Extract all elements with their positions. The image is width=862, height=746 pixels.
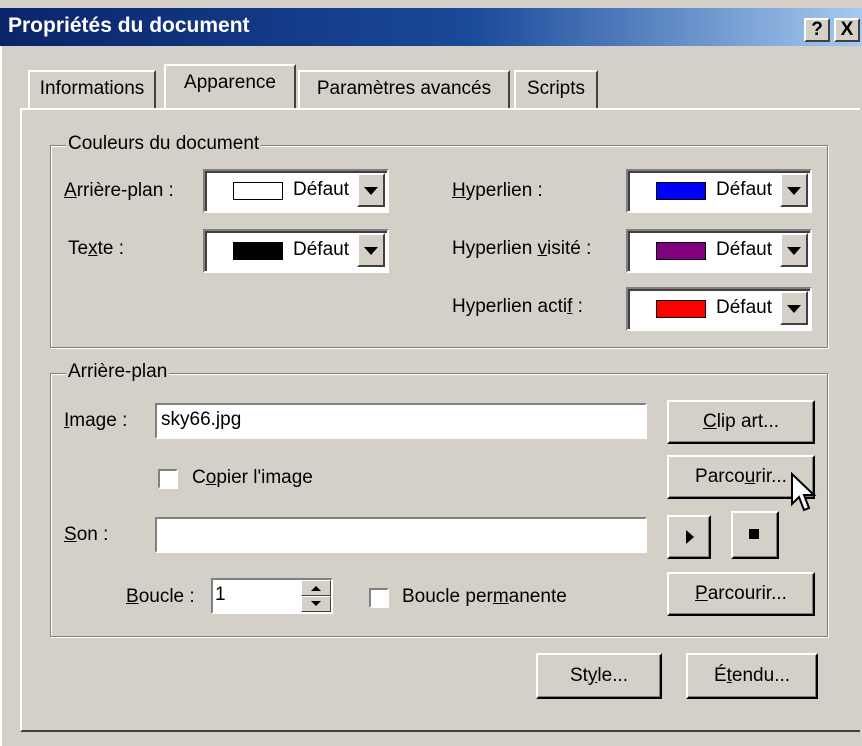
permanent-loop-label: Boucle permanente <box>402 586 567 607</box>
document-properties-dialog: Propriétés du document ? X Informations … <box>0 0 862 746</box>
mouse-cursor-icon <box>791 472 817 512</box>
visited-hyperlink-color-select[interactable]: Défaut <box>626 229 812 273</box>
sound-label: Son : <box>64 524 109 545</box>
image-input[interactable]: sky66.jpg <box>155 403 647 439</box>
loop-label: Boucle : <box>126 586 195 607</box>
active-hyperlink-color-swatch <box>656 300 706 318</box>
active-hyperlink-color-label: Hyperlien actif : <box>452 296 583 317</box>
image-input-value: sky66.jpg <box>161 409 242 430</box>
active-hyperlink-color-value: Défaut <box>716 297 772 318</box>
active-hyperlink-color-select[interactable]: Défaut <box>626 287 812 331</box>
window-title: Propriétés du document <box>8 14 250 37</box>
background-group-title: Arrière-plan <box>66 361 170 383</box>
clip-art-button[interactable]: Clip art... <box>667 400 815 444</box>
text-color-select[interactable]: Défaut <box>203 229 389 273</box>
browse-sound-button[interactable]: Parcourir... <box>667 572 815 616</box>
text-color-value: Défaut <box>293 239 349 260</box>
window-edge <box>0 46 2 746</box>
document-colors-title: Couleurs du document <box>66 133 262 155</box>
chevron-down-icon[interactable] <box>357 173 385 207</box>
permanent-loop-checkbox[interactable] <box>369 588 389 608</box>
copy-image-checkbox[interactable] <box>158 469 178 489</box>
copy-image-label: Copier l'image <box>192 467 313 488</box>
style-button[interactable]: Style... <box>536 653 662 699</box>
spinner-down-icon[interactable] <box>301 596 331 612</box>
hyperlink-color-value: Défaut <box>716 179 772 200</box>
title-bar[interactable]: Propriétés du document ? X <box>0 8 862 46</box>
hyperlink-color-swatch <box>656 182 706 200</box>
play-icon <box>686 530 694 544</box>
close-button[interactable]: X <box>834 18 860 42</box>
background-color-label: Arrière-plan : <box>64 180 174 201</box>
tab-scripts[interactable]: Scripts <box>514 70 598 108</box>
tab-informations[interactable]: Informations <box>28 70 156 108</box>
help-button[interactable]: ? <box>804 18 830 42</box>
visited-hyperlink-color-swatch <box>656 242 706 260</box>
hyperlink-color-select[interactable]: Défaut <box>626 169 812 213</box>
chevron-down-icon[interactable] <box>780 291 808 325</box>
text-color-label: Texte : <box>68 238 124 259</box>
hyperlink-color-label: Hyperlien : <box>452 180 543 201</box>
tab-apparence[interactable]: Apparence <box>164 64 296 108</box>
extended-button[interactable]: Étendu... <box>686 653 818 699</box>
loop-count-input[interactable]: 1 <box>211 578 333 614</box>
visited-hyperlink-color-label: Hyperlien visité : <box>452 238 592 259</box>
play-button[interactable] <box>667 515 711 559</box>
background-color-swatch <box>233 182 283 200</box>
loop-count-value: 1 <box>215 584 226 605</box>
chevron-down-icon[interactable] <box>780 173 808 207</box>
chevron-down-icon[interactable] <box>357 233 385 267</box>
background-color-value: Défaut <box>293 179 349 200</box>
loop-spinner[interactable] <box>301 580 331 612</box>
image-label: Image : <box>64 410 128 431</box>
stop-button[interactable] <box>731 511 779 559</box>
visited-hyperlink-color-value: Défaut <box>716 239 772 260</box>
sound-input[interactable] <box>155 517 647 553</box>
chevron-down-icon[interactable] <box>780 233 808 267</box>
spinner-up-icon[interactable] <box>301 580 331 596</box>
text-color-swatch <box>233 242 283 260</box>
stop-icon <box>749 529 759 539</box>
tab-parametres-avances[interactable]: Paramètres avancés <box>298 70 510 108</box>
background-color-select[interactable]: Défaut <box>203 169 389 213</box>
